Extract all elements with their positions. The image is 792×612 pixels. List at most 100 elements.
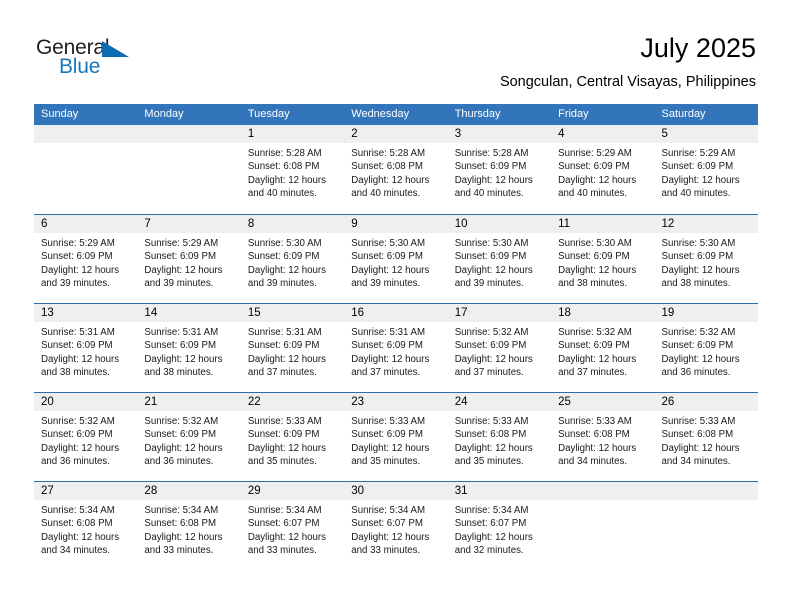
column-header-saturday: Saturday bbox=[661, 108, 706, 120]
calendar-day-cell[interactable]: 21 Sunrise: 5:32 AM Sunset: 6:09 PM Dayligh… bbox=[137, 393, 241, 481]
daylight-text: Daylight: 12 hours and 37 minutes. bbox=[558, 353, 637, 378]
sunrise-text: Sunrise: 5:31 AM bbox=[41, 327, 115, 338]
calendar-day-cell[interactable]: 24 Sunrise: 5:33 AM Sunset: 6:08 PM Dayligh… bbox=[447, 393, 552, 481]
calendar-day-cell[interactable]: 26 Sunrise: 5:33 AM Sunset: 6:08 PM Dayligh… bbox=[654, 393, 758, 481]
sunset-text: Sunset: 6:09 PM bbox=[454, 161, 527, 173]
general-blue-logo[interactable]: General Blue bbox=[36, 36, 156, 82]
day-number: 3 bbox=[454, 128, 462, 140]
calendar-day-cell[interactable]: 4 Sunrise: 5:29 AM Sunset: 6:09 PM Daylight… bbox=[551, 125, 655, 214]
calendar-day-cell[interactable]: 20 Sunrise: 5:32 AM Sunset: 6:09 PM Dayligh… bbox=[34, 393, 138, 481]
day-sun-info: Sunrise: 5:29 AM Sunset: 6:09 PM Daylight:… bbox=[655, 143, 758, 200]
calendar-day-cell[interactable]: 2 Sunrise: 5:28 AM Sunset: 6:08 PM Daylight… bbox=[344, 125, 448, 214]
calendar-day-cell[interactable]: 19 Sunrise: 5:32 AM Sunset: 6:09 PM Dayligh… bbox=[654, 304, 758, 392]
calendar-day-cell[interactable]: 9 Sunrise: 5:30 AM Sunset: 6:09 PM Daylight… bbox=[344, 215, 448, 303]
day-number: 4 bbox=[558, 128, 565, 140]
calendar-day-cell[interactable]: 13 Sunrise: 5:31 AM Sunset: 6:09 PM Dayligh… bbox=[34, 304, 138, 392]
calendar-day-cell[interactable]: 17 Sunrise: 5:32 AM Sunset: 6:09 PM Dayligh… bbox=[447, 304, 552, 392]
day-number: 6 bbox=[41, 218, 48, 230]
day-number-bar: 17 bbox=[447, 304, 552, 322]
day-sun-info: Sunrise: 5:33 AM Sunset: 6:08 PM Daylight:… bbox=[551, 411, 654, 468]
sunrise-text: Sunrise: 5:31 AM bbox=[247, 327, 322, 338]
calendar-day-cell[interactable]: 11 Sunrise: 5:30 AM Sunset: 6:09 PM Dayligh… bbox=[551, 215, 655, 303]
sunset-text: Sunset: 6:09 PM bbox=[41, 251, 113, 263]
day-number-bar: 13 bbox=[34, 304, 138, 322]
calendar-day-cell[interactable]: 5 Sunrise: 5:29 AM Sunset: 6:09 PM Daylight… bbox=[654, 125, 758, 214]
day-sun-info: Sunrise: 5:33 AM Sunset: 6:08 PM Daylight:… bbox=[448, 411, 551, 468]
day-number: 12 bbox=[661, 218, 675, 230]
sunrise-text: Sunrise: 5:29 AM bbox=[41, 238, 115, 249]
sunset-text: Sunset: 6:09 PM bbox=[558, 251, 630, 263]
daylight-text: Daylight: 12 hours and 33 minutes. bbox=[144, 531, 223, 556]
calendar-day-cell[interactable]: 6 Sunrise: 5:29 AM Sunset: 6:09 PM Daylight… bbox=[34, 215, 138, 303]
day-sun-info: Sunrise: 5:29 AM Sunset: 6:09 PM Daylight:… bbox=[551, 143, 654, 200]
sunset-text: Sunset: 6:08 PM bbox=[661, 429, 734, 441]
sunrise-text: Sunrise: 5:30 AM bbox=[661, 238, 736, 249]
calendar-day-cell[interactable]: 3 Sunrise: 5:28 AM Sunset: 6:09 PM Daylight… bbox=[447, 125, 552, 214]
day-number-bar: 6 bbox=[34, 215, 138, 233]
daylight-text: Daylight: 12 hours and 40 minutes. bbox=[247, 174, 326, 199]
sunrise-text: Sunrise: 5:34 AM bbox=[247, 505, 322, 516]
daylight-text: Daylight: 12 hours and 39 minutes. bbox=[41, 264, 120, 289]
calendar-day-cell[interactable]: 28 Sunrise: 5:34 AM Sunset: 6:08 PM Dayligh… bbox=[137, 482, 241, 570]
sunset-text: Sunset: 6:09 PM bbox=[144, 340, 217, 352]
day-number-bar bbox=[654, 482, 758, 500]
calendar-day-cell[interactable]: 27 Sunrise: 5:34 AM Sunset: 6:08 PM Dayligh… bbox=[34, 482, 138, 570]
calendar-day-cell[interactable]: 23 Sunrise: 5:33 AM Sunset: 6:09 PM Dayligh… bbox=[344, 393, 448, 481]
sunset-text: Sunset: 6:07 PM bbox=[247, 518, 320, 530]
day-number-bar: 7 bbox=[137, 215, 241, 233]
calendar-day-cell[interactable]: 15 Sunrise: 5:31 AM Sunset: 6:09 PM Dayligh… bbox=[240, 304, 345, 392]
calendar-header-row: Sunday Monday Tuesday Wednesday Thursday Frid… bbox=[34, 104, 758, 125]
day-sun-info: Sunrise: 5:34 AM Sunset: 6:07 PM Daylight:… bbox=[241, 500, 344, 557]
calendar-day-cell[interactable]: 1 Sunrise: 5:28 AM Sunset: 6:08 PM Daylight… bbox=[240, 125, 345, 214]
calendar-day-cell[interactable]: 31 Sunrise: 5:34 AM Sunset: 6:07 PM Dayligh… bbox=[447, 482, 552, 570]
calendar-day-cell[interactable]: 7 Sunrise: 5:29 AM Sunset: 6:09 PM Daylight… bbox=[137, 215, 241, 303]
sunset-text: Sunset: 6:09 PM bbox=[661, 161, 734, 173]
sunset-text: Sunset: 6:08 PM bbox=[41, 518, 113, 530]
day-number-bar bbox=[137, 125, 241, 143]
calendar-day-cell[interactable]: 10 Sunrise: 5:30 AM Sunset: 6:09 PM Dayligh… bbox=[447, 215, 552, 303]
calendar-day-cell[interactable]: 30 Sunrise: 5:34 AM Sunset: 6:07 PM Dayligh… bbox=[344, 482, 448, 570]
day-sun-info: Sunrise: 5:34 AM Sunset: 6:08 PM Daylight:… bbox=[34, 500, 137, 557]
calendar-day-cell[interactable]: 12 Sunrise: 5:30 AM Sunset: 6:09 PM Dayligh… bbox=[654, 215, 758, 303]
logo-triangle-icon bbox=[102, 41, 129, 57]
day-sun-info: Sunrise: 5:28 AM Sunset: 6:08 PM Daylight:… bbox=[344, 143, 447, 200]
daylight-text: Daylight: 12 hours and 36 minutes. bbox=[661, 353, 740, 378]
day-number-bar: 29 bbox=[240, 482, 345, 500]
sunrise-text: Sunrise: 5:30 AM bbox=[454, 238, 529, 249]
calendar-day-cell[interactable]: 25 Sunrise: 5:33 AM Sunset: 6:08 PM Dayligh… bbox=[551, 393, 655, 481]
sunrise-text: Sunrise: 5:32 AM bbox=[41, 416, 115, 427]
day-number-bar: 9 bbox=[344, 215, 448, 233]
sunset-text: Sunset: 6:07 PM bbox=[351, 518, 423, 530]
daylight-text: Daylight: 12 hours and 37 minutes. bbox=[351, 353, 430, 378]
calendar-day-cell[interactable]: 22 Sunrise: 5:33 AM Sunset: 6:09 PM Dayligh… bbox=[240, 393, 345, 481]
calendar-day-cell[interactable]: 18 Sunrise: 5:32 AM Sunset: 6:09 PM Dayligh… bbox=[551, 304, 655, 392]
calendar-day-cell[interactable]: 16 Sunrise: 5:31 AM Sunset: 6:09 PM Dayligh… bbox=[344, 304, 448, 392]
sunset-text: Sunset: 6:09 PM bbox=[351, 429, 423, 441]
day-sun-info: Sunrise: 5:33 AM Sunset: 6:09 PM Daylight:… bbox=[344, 411, 447, 468]
sunset-text: Sunset: 6:08 PM bbox=[247, 161, 320, 173]
day-sun-info: Sunrise: 5:32 AM Sunset: 6:09 PM Daylight:… bbox=[551, 322, 654, 379]
day-sun-info: Sunrise: 5:32 AM Sunset: 6:09 PM Daylight:… bbox=[448, 322, 551, 379]
sunset-text: Sunset: 6:09 PM bbox=[558, 161, 630, 173]
day-number-bar: 31 bbox=[447, 482, 552, 500]
calendar-day-cell[interactable]: 29 Sunrise: 5:34 AM Sunset: 6:07 PM Dayligh… bbox=[240, 482, 345, 570]
day-number: 5 bbox=[661, 128, 668, 140]
calendar-day-cell[interactable]: 8 Sunrise: 5:30 AM Sunset: 6:09 PM Daylight… bbox=[240, 215, 345, 303]
day-number: 25 bbox=[558, 396, 571, 408]
sunrise-text: Sunrise: 5:31 AM bbox=[144, 327, 219, 338]
calendar-grid: Sunday Monday Tuesday Wednesday Thursday Frid… bbox=[34, 104, 758, 570]
day-sun-info: Sunrise: 5:33 AM Sunset: 6:09 PM Daylight:… bbox=[241, 411, 344, 468]
daylight-text: Daylight: 12 hours and 39 minutes. bbox=[351, 264, 430, 289]
day-sun-info: Sunrise: 5:34 AM Sunset: 6:07 PM Daylight:… bbox=[448, 500, 551, 557]
day-sun-info: Sunrise: 5:28 AM Sunset: 6:08 PM Daylight:… bbox=[241, 143, 344, 200]
calendar-weeks: 1 Sunrise: 5:28 AM Sunset: 6:08 PM Daylight… bbox=[34, 125, 758, 570]
sunrise-text: Sunrise: 5:33 AM bbox=[661, 416, 736, 427]
column-header-wednesday: Wednesday bbox=[351, 108, 410, 120]
day-number: 19 bbox=[661, 307, 675, 319]
sunrise-text: Sunrise: 5:34 AM bbox=[144, 505, 219, 516]
sunset-text: Sunset: 6:07 PM bbox=[454, 518, 527, 530]
day-number-bar: 15 bbox=[240, 304, 345, 322]
day-number-bar: 2 bbox=[344, 125, 448, 143]
calendar-day-cell[interactable]: 14 Sunrise: 5:31 AM Sunset: 6:09 PM Dayligh… bbox=[137, 304, 241, 392]
calendar-week-row: 20 Sunrise: 5:32 AM Sunset: 6:09 PM Dayligh… bbox=[34, 392, 758, 481]
